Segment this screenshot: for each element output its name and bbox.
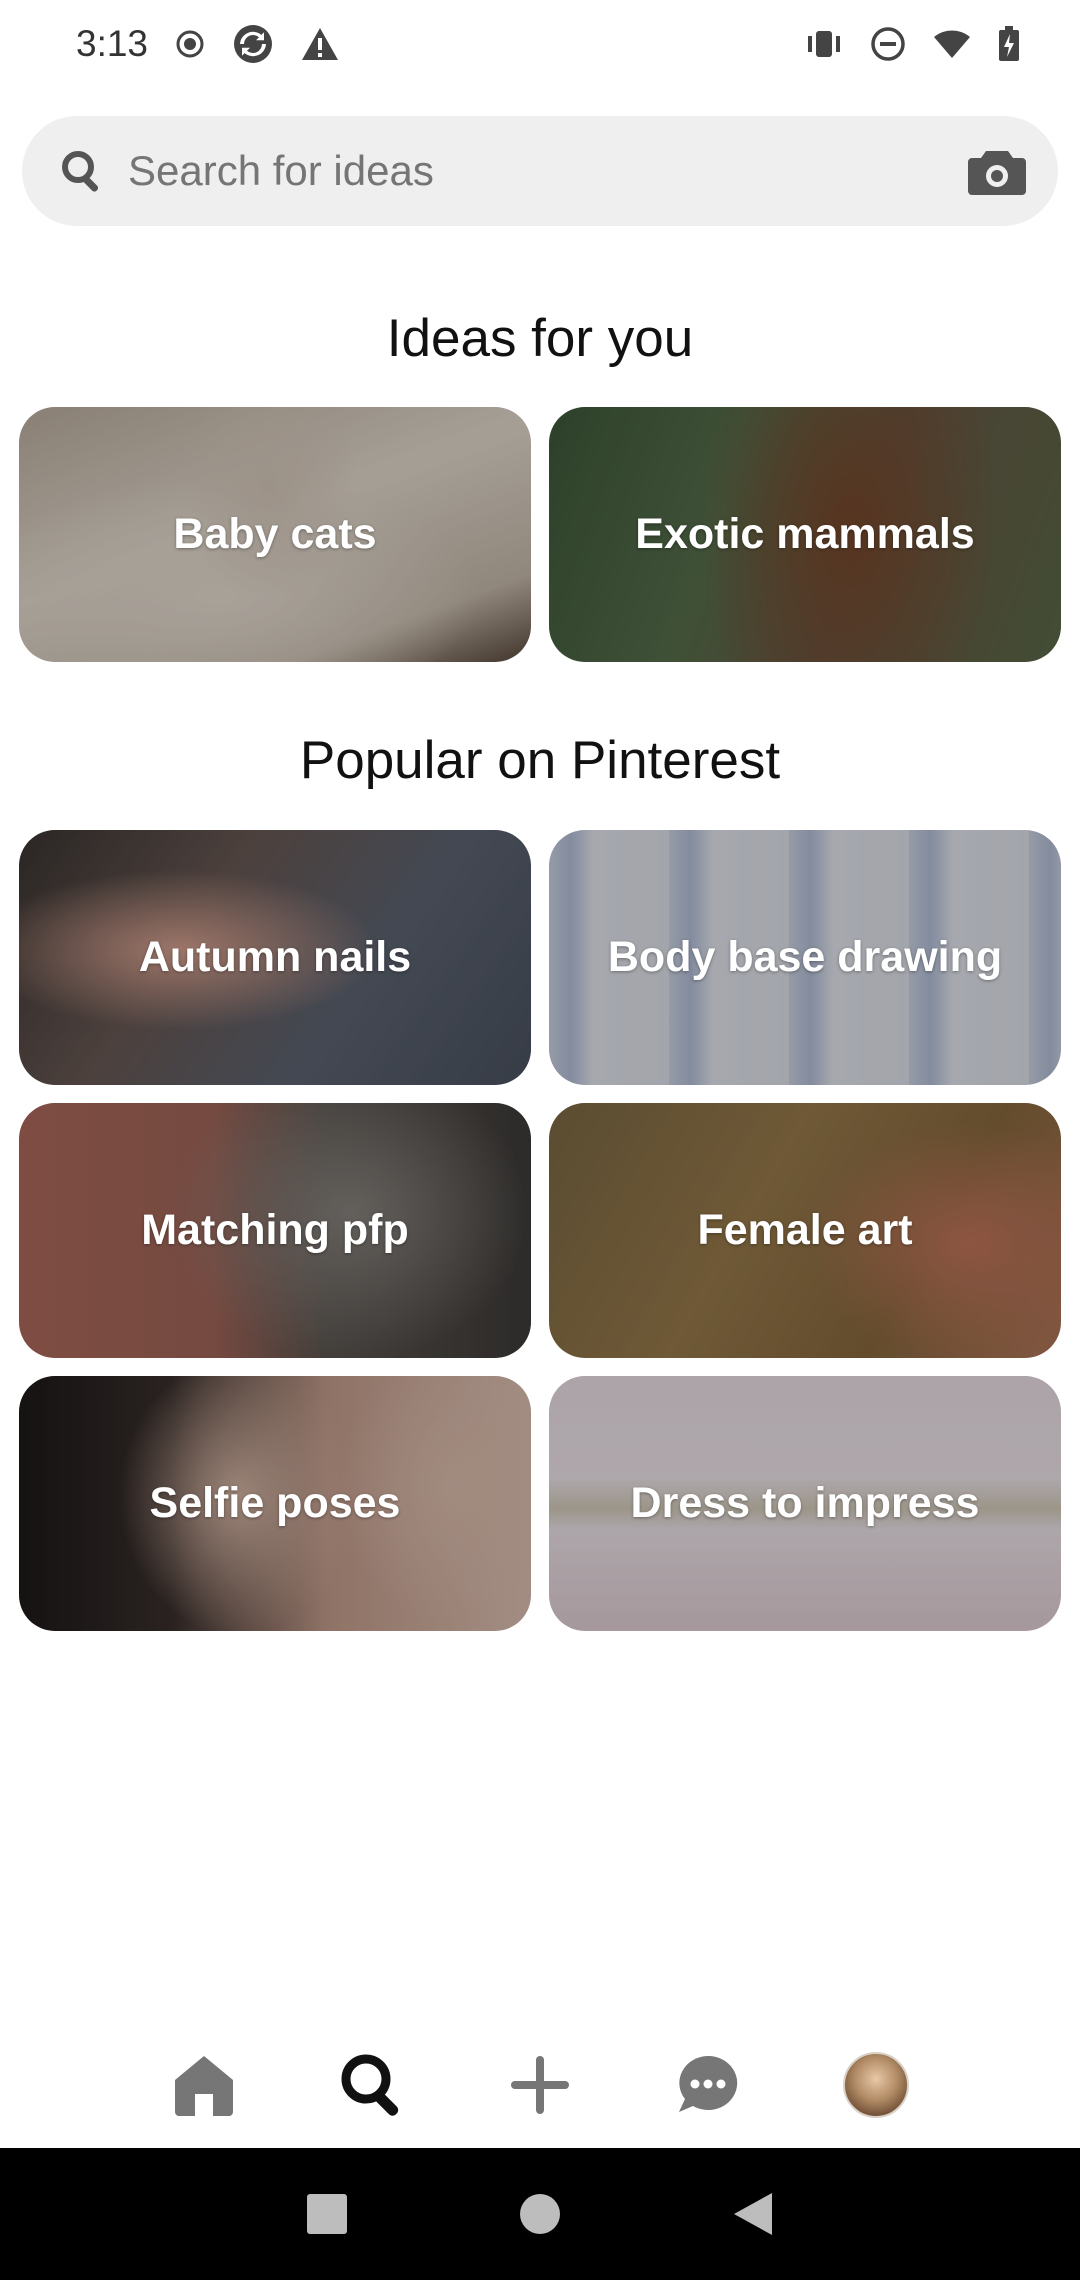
camera-icon[interactable] (966, 140, 1028, 202)
popular-tile-matching-pfp[interactable]: Matching pfp (19, 1103, 531, 1358)
tile-label: Female art (697, 1206, 913, 1254)
vibrate-icon (804, 28, 844, 60)
idea-tile-exotic-mammals[interactable]: Exotic mammals (549, 407, 1061, 662)
tile-label: Baby cats (173, 510, 377, 558)
messages-icon[interactable] (663, 2040, 753, 2130)
avatar (843, 2052, 909, 2118)
tile-label: Selfie poses (149, 1479, 401, 1527)
popular-tile-autumn-nails[interactable]: Autumn nails (19, 830, 531, 1085)
ideas-section-title: Ideas for you (386, 309, 694, 368)
search-icon (56, 145, 108, 197)
status-time: 3:13 (76, 23, 149, 64)
back-button[interactable] (723, 2184, 783, 2244)
do-not-disturb-icon (870, 26, 906, 62)
home-icon[interactable] (159, 2040, 249, 2130)
status-right (804, 26, 1020, 62)
popular-tile-dress-to-impress[interactable]: Dress to impress (549, 1376, 1061, 1631)
search-input[interactable] (128, 147, 966, 195)
popular-section-title: Popular on Pinterest (299, 731, 781, 790)
search-bar[interactable] (22, 116, 1058, 226)
wifi-icon (932, 28, 972, 60)
sync-icon (232, 23, 274, 65)
tile-label: Matching pfp (141, 1206, 409, 1254)
tile-label: Dress to impress (630, 1479, 980, 1527)
popular-tile-female-art[interactable]: Female art (549, 1103, 1061, 1358)
search-nav-icon[interactable] (327, 2040, 417, 2130)
popular-tile-selfie-poses[interactable]: Selfie poses (19, 1376, 531, 1631)
tile-label: Body base drawing (607, 933, 1003, 981)
popular-tile-body-base-drawing[interactable]: Body base drawing (549, 830, 1061, 1085)
tile-label: Autumn nails (138, 933, 412, 981)
tile-label: Exotic mammals (635, 510, 975, 558)
system-nav-bar (0, 2148, 1080, 2280)
status-bar: 3:13 (0, 0, 1080, 88)
warning-icon (300, 26, 340, 62)
search-screen: 3:13 Search for ideas Ideas for you Baby… (0, 0, 1080, 2280)
bottom-nav (0, 2010, 1080, 2160)
battery-icon (998, 26, 1020, 62)
profile-avatar[interactable] (831, 2040, 921, 2130)
popular-grid: Autumn nails Body base drawing Matching … (19, 830, 1061, 1631)
record-icon (174, 28, 206, 60)
plus-icon[interactable] (495, 2040, 585, 2130)
ideas-grid: Baby cats Exotic mammals (19, 407, 1061, 662)
idea-tile-baby-cats[interactable]: Baby cats (19, 407, 531, 662)
home-button[interactable] (510, 2184, 570, 2244)
recents-button[interactable] (297, 2184, 357, 2244)
status-left: 3:13 (76, 23, 340, 65)
